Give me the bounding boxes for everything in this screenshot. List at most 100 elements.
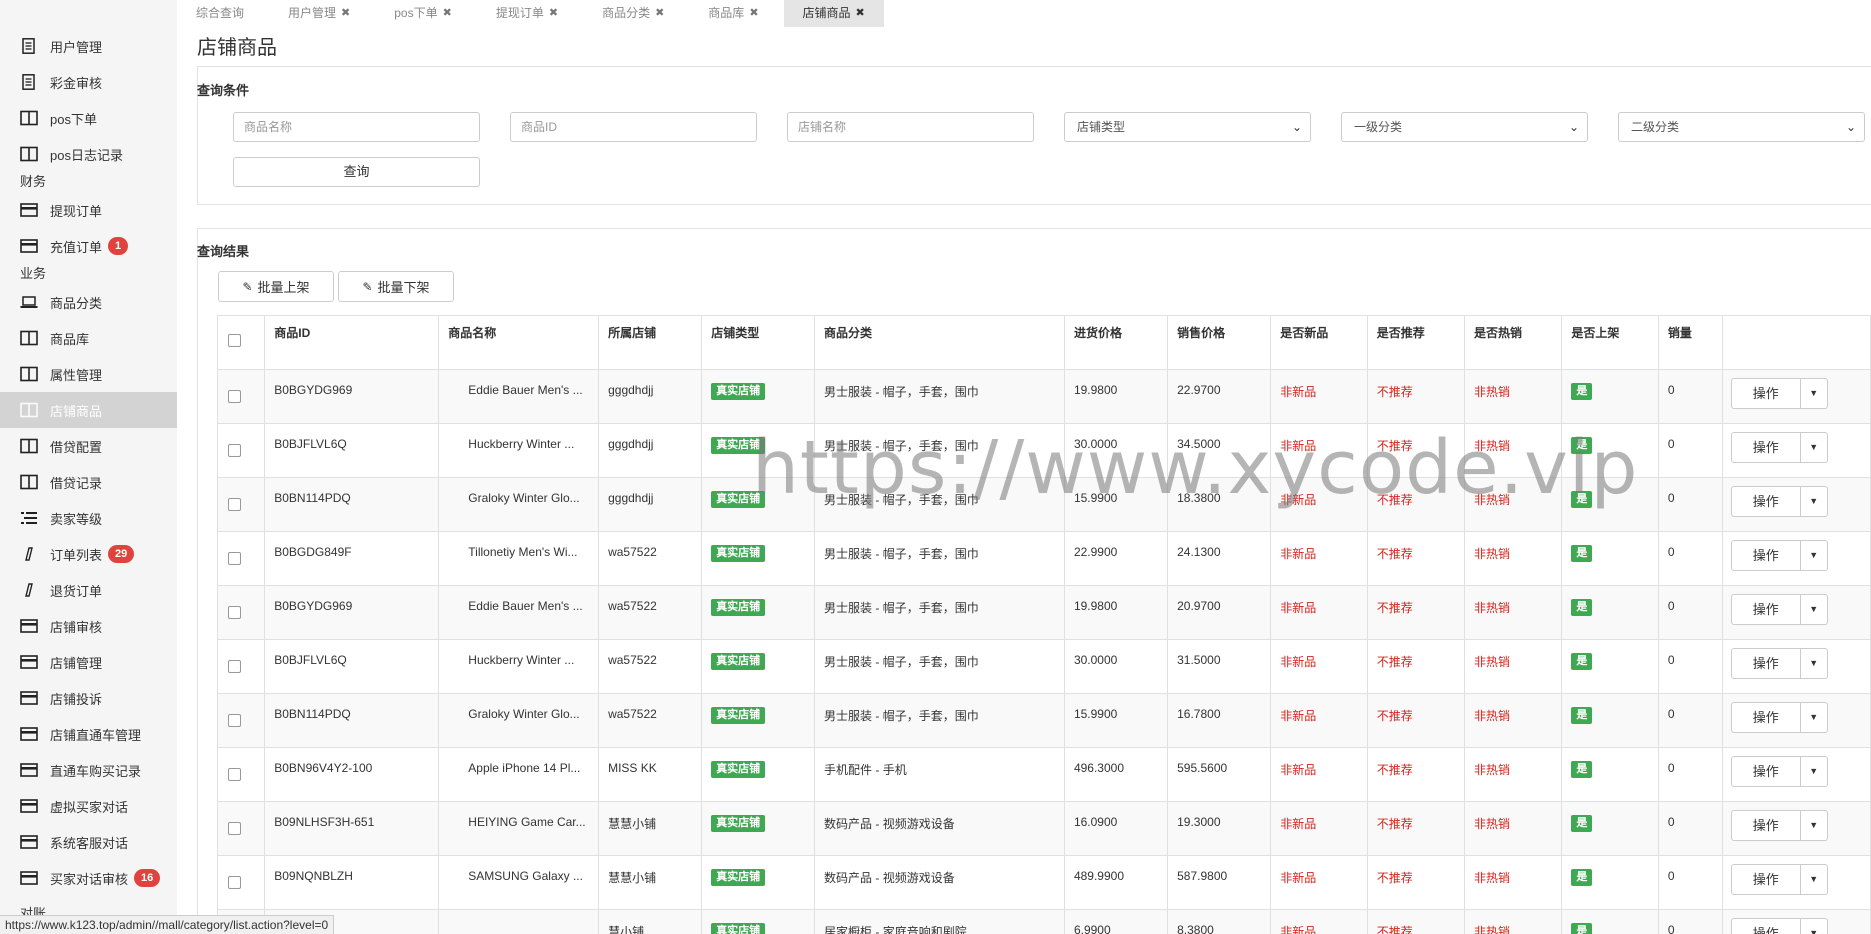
cell-text: B0BN114PDQ (274, 491, 351, 505)
cell-name: Eddie Bauer Men's ... (438, 585, 600, 640)
product-name-input[interactable]: 商品名称 (233, 112, 480, 142)
tab[interactable]: pos下单 ✖ (375, 0, 471, 27)
close-icon[interactable]: ✖ (655, 0, 664, 27)
caret-down-icon[interactable]: ▼ (1800, 756, 1828, 787)
sidebar-item-label: 系统客服对话 (50, 835, 129, 851)
row-checkbox[interactable] (228, 768, 241, 781)
row-checkbox[interactable] (228, 876, 241, 889)
action-button[interactable]: 操作 (1730, 432, 1801, 463)
row-checkbox[interactable] (228, 606, 241, 619)
row-checkbox[interactable] (228, 498, 241, 511)
caret-down-icon[interactable]: ▼ (1800, 918, 1828, 934)
sidebar-item[interactable]: 直通车购买记录 (0, 752, 177, 788)
close-icon[interactable]: ✖ (549, 0, 558, 27)
sidebar-item[interactable]: 虚拟买家对话 (0, 788, 177, 824)
sidebar-item[interactable]: 订单列表 29 (0, 536, 177, 572)
sidebar-item[interactable]: 借贷记录 (0, 464, 177, 500)
shop-type-select[interactable]: 店铺类型 ⌄ (1064, 112, 1311, 142)
cell-category: 手机配件 - 手机 (814, 747, 1065, 802)
product-id-input[interactable]: 商品ID (510, 112, 757, 142)
sidebar-item[interactable]: 借贷配置 (0, 428, 177, 464)
cell-name (438, 909, 600, 934)
sidebar-item[interactable]: 用户管理 (0, 28, 177, 64)
action-button-group: 操作 ▼ (1730, 432, 1861, 463)
shop-name-input[interactable]: 店铺名称 (787, 112, 1034, 142)
sidebar-item[interactable]: 店铺管理 (0, 644, 177, 680)
sidebar-item[interactable]: 属性管理 (0, 356, 177, 392)
row-checkbox[interactable] (228, 444, 241, 457)
action-button[interactable]: 操作 (1730, 864, 1801, 895)
cell-text: 不推荐 (1376, 763, 1413, 777)
caret-down-icon[interactable]: ▼ (1800, 486, 1828, 517)
action-button[interactable]: 操作 (1730, 648, 1801, 679)
action-button[interactable]: 操作 (1730, 378, 1801, 409)
action-button[interactable]: 操作 (1730, 702, 1801, 733)
sidebar-item[interactable]: 彩金审核 (0, 64, 177, 100)
bulk-on-shelf-button[interactable]: ✎ 批量上架 (218, 271, 334, 302)
sidebar-item[interactable]: pos下单 (0, 100, 177, 136)
col-header-actions (1721, 315, 1871, 370)
tab[interactable]: 商品分类 ✖ (583, 0, 683, 27)
action-button[interactable]: 操作 (1730, 594, 1801, 625)
category1-select[interactable]: 一级分类 ⌄ (1341, 112, 1588, 142)
cell-category: 数码产品 - 视频游戏设备 (814, 855, 1065, 910)
action-button[interactable]: 操作 (1730, 540, 1801, 571)
action-button[interactable]: 操作 (1730, 756, 1801, 787)
tab[interactable]: 店铺商品 ✖ (783, 0, 884, 27)
cell-text: 0 (1667, 383, 1675, 397)
caret-down-icon[interactable]: ▼ (1800, 432, 1828, 463)
bulk-off-shelf-button[interactable]: ✎ 批量下架 (338, 271, 454, 302)
close-icon[interactable]: ✖ (856, 0, 865, 27)
caret-down-icon[interactable]: ▼ (1800, 594, 1828, 625)
sidebar-item[interactable]: 充值订单 1 (0, 228, 177, 264)
sidebar-item[interactable]: pos日志记录 (0, 136, 177, 172)
caret-down-icon[interactable]: ▼ (1800, 540, 1828, 571)
caret-down-icon[interactable]: ▼ (1800, 378, 1828, 409)
sidebar-item[interactable]: 店铺商品 (0, 392, 177, 428)
sidebar-item[interactable]: 退货订单 (0, 572, 177, 608)
cell-category: 男士服装 - 帽子，手套，围巾 (814, 369, 1065, 424)
cell-text: 男士服装 - 帽子，手套，围巾 (824, 655, 979, 669)
action-button[interactable]: 操作 (1730, 486, 1801, 517)
tab[interactable]: 综合查询 (177, 0, 263, 27)
close-icon[interactable]: ✖ (341, 0, 350, 27)
category2-select[interactable]: 二级分类 ⌄ (1618, 112, 1865, 142)
cell-shop_type: 真实店铺 (701, 585, 816, 640)
cell-text: 不推荐 (1376, 601, 1413, 615)
sidebar-item[interactable]: 提现订单 (0, 192, 177, 228)
sidebar-item-label: 店铺直通车管理 (50, 727, 142, 743)
cell-text: 8.3800 (1177, 923, 1214, 934)
sidebar-item[interactable]: 系统客服对话 (0, 824, 177, 860)
sidebar-item[interactable]: 商品库 (0, 320, 177, 356)
cell-is_rec: 不推荐 (1366, 747, 1466, 802)
laptop-icon (20, 294, 38, 310)
tab[interactable]: 提现订单 ✖ (477, 0, 577, 27)
close-icon[interactable]: ✖ (749, 0, 758, 27)
tab[interactable]: 商品库 ✖ (689, 0, 777, 27)
caret-down-icon[interactable]: ▼ (1800, 648, 1828, 679)
row-checkbox[interactable] (228, 822, 241, 835)
action-button[interactable]: 操作 (1730, 810, 1801, 841)
row-checkbox[interactable] (228, 552, 241, 565)
cell-is_new: 非新品 (1270, 693, 1368, 748)
close-icon[interactable]: ✖ (443, 0, 452, 27)
select-all-checkbox[interactable] (228, 334, 241, 347)
tab[interactable]: 用户管理 ✖ (269, 0, 369, 27)
caret-down-icon[interactable]: ▼ (1800, 810, 1828, 841)
sidebar-item[interactable]: 店铺直通车管理 (0, 716, 177, 752)
row-checkbox[interactable] (228, 390, 241, 403)
sidebar-item[interactable]: 卖家等级 (0, 500, 177, 536)
search-button[interactable]: 查询 (233, 157, 480, 187)
sidebar-item[interactable]: 店铺投诉 (0, 680, 177, 716)
sidebar-item[interactable]: 店铺审核 (0, 608, 177, 644)
caret-down-icon[interactable]: ▼ (1800, 702, 1828, 733)
row-checkbox[interactable] (228, 660, 241, 673)
sidebar-item[interactable]: 商品分类 (0, 284, 177, 320)
on-shelf-label: 是 (1571, 869, 1593, 886)
cell-shop: wa57522 (598, 531, 703, 586)
table-row: B0BJFLVL6Q Huckberry Winter ... wa57522 真实店… (216, 639, 1871, 694)
caret-down-icon[interactable]: ▼ (1800, 864, 1828, 895)
row-checkbox[interactable] (228, 714, 241, 727)
sidebar-item[interactable]: 买家对话审核 16 (0, 860, 177, 896)
action-button[interactable]: 操作 (1730, 918, 1801, 934)
